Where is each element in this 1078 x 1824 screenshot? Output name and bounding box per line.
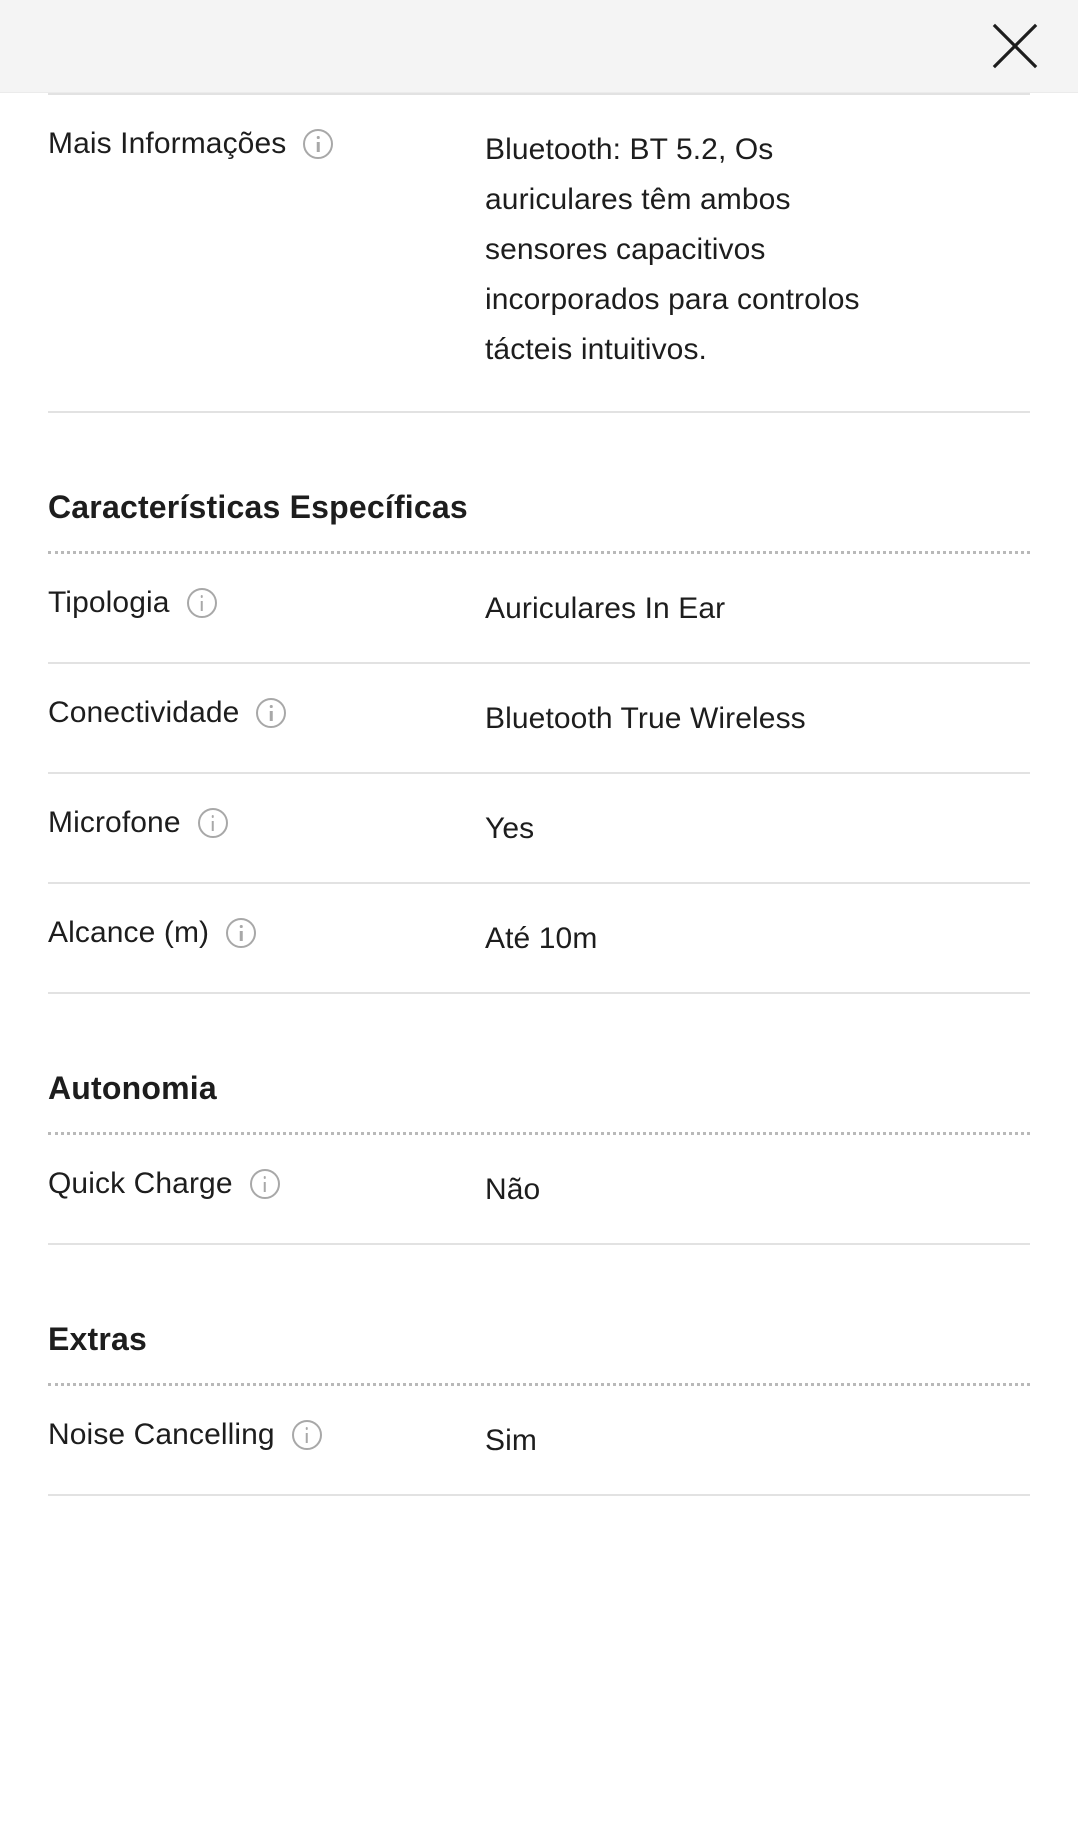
spec-label-cell: Microfone xyxy=(48,804,485,842)
spec-table: Noise Cancelling Sim xyxy=(48,1386,1030,1496)
close-icon xyxy=(991,22,1039,70)
spec-table: Quick Charge Não xyxy=(48,1135,1030,1245)
info-icon[interactable] xyxy=(197,808,228,838)
info-icon[interactable] xyxy=(186,588,217,618)
spec-label-cell: Tipologia xyxy=(48,584,485,622)
section-title: Características Específicas xyxy=(48,489,468,525)
spec-label-cell: Alcance (m) xyxy=(48,914,485,952)
table-row: Alcance (m) Até 10m xyxy=(48,884,1030,994)
table-row: Microfone Yes xyxy=(48,774,1030,884)
spec-label-cell: Noise Cancelling xyxy=(48,1416,485,1454)
info-icon[interactable] xyxy=(249,1169,280,1199)
table-row: Mais Informações Bluetooth: BT 5.2, Os a… xyxy=(48,93,1030,413)
section-caracteristicas-especificas: Características Específicas Tipologia Au… xyxy=(48,413,1030,994)
specifications-panel: Mais Informações Bluetooth: BT 5.2, Os a… xyxy=(0,93,1078,1496)
section-extras: Extras Noise Cancelling Sim xyxy=(48,1245,1030,1496)
section-title: Autonomia xyxy=(48,1070,217,1106)
spec-value: Bluetooth True Wireless xyxy=(485,702,806,735)
table-row: Tipologia Auriculares In Ear xyxy=(48,554,1030,664)
spec-label: Alcance (m) xyxy=(48,916,210,949)
info-icon[interactable] xyxy=(291,1420,322,1450)
info-icon[interactable] xyxy=(303,129,334,159)
spec-label-cell: Mais Informações xyxy=(48,125,485,163)
spec-value: Bluetooth: BT 5.2, Os auriculares têm am… xyxy=(485,133,860,366)
table-row: Conectividade Bluetooth True Wireless xyxy=(48,664,1030,774)
spec-label: Microfone xyxy=(48,806,181,839)
spec-value: Não xyxy=(485,1173,541,1206)
section-autonomia: Autonomia Quick Charge Não xyxy=(48,994,1030,1245)
spec-label: Noise Cancelling xyxy=(48,1418,275,1451)
table-row: Quick Charge Não xyxy=(48,1135,1030,1245)
spec-label-cell: Quick Charge xyxy=(48,1165,485,1203)
spec-value: Até 10m xyxy=(485,922,598,955)
spec-table: Tipologia Auriculares In Ear Conectivida… xyxy=(48,554,1030,994)
spec-label: Quick Charge xyxy=(48,1167,233,1200)
close-button[interactable] xyxy=(984,15,1046,77)
intro-spec-table: Mais Informações Bluetooth: BT 5.2, Os a… xyxy=(48,93,1030,413)
spec-value: Sim xyxy=(485,1424,537,1457)
section-title: Extras xyxy=(48,1321,148,1357)
modal-header xyxy=(0,0,1078,93)
spec-label: Mais Informações xyxy=(48,127,287,160)
table-row: Noise Cancelling Sim xyxy=(48,1386,1030,1496)
info-icon[interactable] xyxy=(226,918,257,948)
spec-label: Tipologia xyxy=(48,586,170,619)
spec-label: Conectividade xyxy=(48,696,240,729)
spec-label-cell: Conectividade xyxy=(48,694,485,732)
info-icon[interactable] xyxy=(256,698,287,728)
spec-value: Auriculares In Ear xyxy=(485,592,726,625)
spec-value: Yes xyxy=(485,812,535,845)
